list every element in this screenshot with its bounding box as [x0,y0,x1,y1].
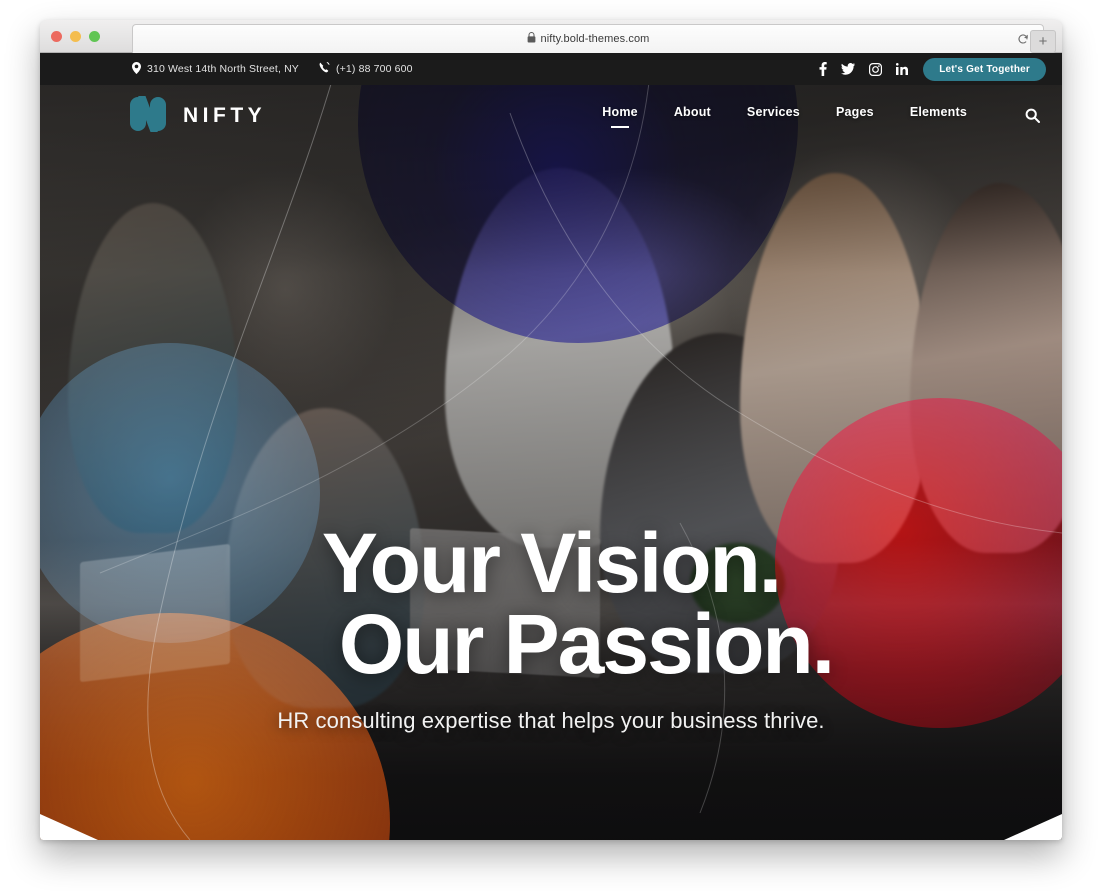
main-navigation-bar: NIFTY Home About Services Pages Elements [40,85,1062,147]
contact-info-group: 310 West 14th North Street, NY (+1) 88 7… [132,61,413,77]
hero-subheadline: HR consulting expertise that helps your … [277,707,825,733]
brand-name: NIFTY [183,104,267,127]
hero-headline-line-1: Your Vision. [321,516,782,610]
browser-tab-active[interactable]: nifty.bold-themes.com [132,24,1044,53]
nav-item-about[interactable]: About [674,105,711,128]
browser-chrome: nifty.bold-themes.com + [40,20,1062,53]
hero-headline-line-2: Our Passion. [338,597,835,692]
address-item[interactable]: 310 West 14th North Street, NY [132,61,299,77]
lets-get-together-button[interactable]: Let's Get Together [923,57,1046,81]
reload-icon[interactable] [1017,32,1029,50]
nav-item-elements[interactable]: Elements [910,105,967,128]
nifty-logo-icon [128,93,170,137]
lock-icon [527,32,536,46]
social-icons-group [819,62,909,76]
brand-logo[interactable]: NIFTY [128,93,267,137]
nav-item-pages[interactable]: Pages [836,105,874,128]
phone-text: (+1) 88 700 600 [335,63,413,75]
corner-cut-right [1004,814,1062,840]
tab-strip: nifty.bold-themes.com + [40,24,1062,53]
browser-window: nifty.bold-themes.com + 310 West 14th No… [40,20,1062,840]
hero-copy: Your Vision. Our Passion. HR consulting … [40,516,1062,734]
nav-menu: Home About Services Pages Elements [602,105,1040,128]
linkedin-icon[interactable] [896,63,909,75]
top-utility-bar: 310 West 14th North Street, NY (+1) 88 7… [40,53,1062,85]
website-viewport: 310 West 14th North Street, NY (+1) 88 7… [40,53,1062,840]
facebook-icon[interactable] [819,62,827,76]
topbar-right-group: Let's Get Together [819,57,1046,81]
address-text: 310 West 14th North Street, NY [147,63,299,75]
phone-icon [319,61,330,77]
nav-item-home[interactable]: Home [602,105,638,128]
map-pin-icon [132,61,141,77]
twitter-icon[interactable] [841,63,856,75]
corner-cut-left [40,814,98,840]
new-tab-button[interactable]: + [1030,30,1056,53]
address-bar-url: nifty.bold-themes.com [540,33,650,45]
search-icon[interactable] [1025,108,1040,125]
nav-item-services[interactable]: Services [747,105,800,128]
phone-item[interactable]: (+1) 88 700 600 [319,61,413,77]
address-bar[interactable]: nifty.bold-themes.com [527,32,650,46]
instagram-icon[interactable] [869,62,883,76]
